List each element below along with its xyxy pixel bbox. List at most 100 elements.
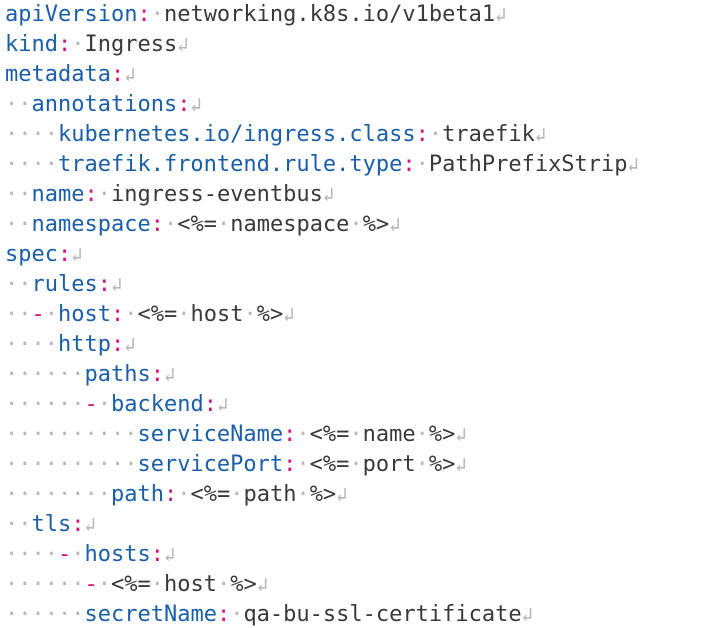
indent-whitespace: ···· <box>5 542 58 567</box>
indent-whitespace: ·· <box>5 272 32 297</box>
code-line[interactable]: ··annotations:↲ <box>0 90 716 120</box>
colon: : <box>71 512 85 537</box>
indent-whitespace: ········ <box>5 482 111 507</box>
list-dash: -· <box>84 392 111 417</box>
yaml-value: <%=·port·%> <box>309 452 456 477</box>
yaml-value: <%=·host·%> <box>137 302 284 327</box>
yaml-key: hosts <box>84 542 151 567</box>
yaml-value: ingress-eventbus <box>110 182 323 207</box>
indent-whitespace: ·· <box>5 212 32 237</box>
yaml-value: <%=·name·%> <box>309 422 456 447</box>
space-marker: · <box>428 122 443 147</box>
yaml-key: spec <box>5 242 58 267</box>
indent-whitespace: ······ <box>5 572 85 597</box>
space-marker: · <box>415 152 429 177</box>
yaml-value: <%=·namespace·%> <box>177 212 390 237</box>
yaml-code-editor[interactable]: apiVersion:·networking.k8s.io/v1beta1↲ ki… <box>0 0 716 628</box>
list-dash: -· <box>84 572 111 597</box>
indent-whitespace: ·········· <box>5 422 138 447</box>
newline-icon: ↲ <box>455 454 467 476</box>
colon: : <box>415 122 429 147</box>
colon: : <box>97 272 111 297</box>
colon: : <box>163 482 178 507</box>
colon: : <box>110 302 125 327</box>
space-marker: · <box>177 482 191 507</box>
list-dash: -· <box>57 542 85 567</box>
code-line[interactable]: ··name:·ingress-eventbus↲ <box>0 180 716 210</box>
space-marker: · <box>124 302 138 327</box>
yaml-key: host <box>58 302 111 327</box>
colon: : <box>216 602 231 627</box>
newline-icon: ↲ <box>627 154 639 176</box>
colon: : <box>57 32 72 57</box>
code-line[interactable]: ····http:↲ <box>0 330 716 360</box>
yaml-key: secretName <box>84 602 217 627</box>
newline-icon: ↲ <box>521 604 534 626</box>
code-line[interactable]: ······-·<%=·host·%>↲ <box>0 570 716 600</box>
code-line[interactable]: ····traefik.frontend.rule.type:·PathPref… <box>0 150 716 180</box>
yaml-value: networking.k8s.io/v1beta1 <box>163 2 496 27</box>
code-line[interactable]: ··rules:↲ <box>0 270 716 300</box>
yaml-key: path <box>110 482 164 507</box>
code-line[interactable]: metadata:↲ <box>0 60 716 90</box>
yaml-key: apiVersion <box>5 2 138 27</box>
code-line[interactable]: ··namespace:·<%=·namespace·%>↲ <box>0 210 716 240</box>
code-line[interactable]: ········path:·<%=·path·%>↲ <box>0 480 716 510</box>
space-marker: · <box>163 212 178 237</box>
code-line[interactable]: spec:↲ <box>0 240 716 270</box>
code-line[interactable]: ······-·backend:↲ <box>0 390 716 420</box>
newline-icon: ↲ <box>216 394 229 416</box>
colon: : <box>110 332 125 357</box>
yaml-value: PathPrefixStrip <box>428 152 628 177</box>
space-marker: · <box>97 182 111 207</box>
code-line[interactable]: ··tls:↲ <box>0 510 716 540</box>
yaml-key: backend <box>110 392 204 417</box>
colon: : <box>150 362 164 387</box>
code-line[interactable]: ····kubernetes.io/ingress.class:·traefik… <box>0 120 716 150</box>
indent-whitespace: ·········· <box>5 452 138 477</box>
yaml-value: <%=·path·%> <box>190 482 337 507</box>
newline-icon: ↲ <box>322 184 335 206</box>
space-marker: · <box>296 452 310 477</box>
code-line[interactable]: apiVersion:·networking.k8s.io/v1beta1↲ <box>0 0 716 30</box>
newline-icon: ↲ <box>71 244 83 266</box>
code-line[interactable]: ··-·host:·<%=·host·%>↲ <box>0 300 716 330</box>
yaml-value: <%=·host·%> <box>110 572 257 597</box>
indent-whitespace: ·· <box>5 92 32 117</box>
indent-whitespace: ···· <box>5 332 58 357</box>
colon: : <box>177 92 191 117</box>
yaml-key: namespace <box>31 212 151 237</box>
code-line[interactable]: ······paths:↲ <box>0 360 716 390</box>
yaml-key: rules <box>31 272 98 297</box>
code-line[interactable]: ····-·hosts:↲ <box>0 540 716 570</box>
code-line[interactable]: kind:·Ingress↲ <box>0 30 716 60</box>
code-line[interactable]: ··········servicePort:·<%=·port·%>↲ <box>0 450 716 480</box>
indent-whitespace: ···· <box>5 122 58 147</box>
newline-icon: ↲ <box>124 64 136 86</box>
newline-icon: ↲ <box>110 274 123 296</box>
newline-icon: ↲ <box>336 484 348 506</box>
indent-whitespace: ·· <box>5 182 32 207</box>
indent-whitespace: ·· <box>5 302 32 327</box>
indent-whitespace: ······ <box>5 602 85 627</box>
colon: : <box>283 422 297 447</box>
newline-icon: ↲ <box>389 214 401 236</box>
space-marker: · <box>71 32 85 57</box>
newline-icon: ↲ <box>177 34 189 56</box>
code-line[interactable]: ······secretName:·qa-bu-ssl-certificate↲ <box>0 600 716 628</box>
colon: : <box>283 452 297 477</box>
colon: : <box>203 392 217 417</box>
newline-icon: ↲ <box>163 544 176 566</box>
code-line[interactable]: ··········serviceName:·<%=·name·%>↲ <box>0 420 716 450</box>
newline-icon: ↲ <box>84 514 96 536</box>
space-marker: · <box>150 2 164 27</box>
space-marker: · <box>230 602 244 627</box>
newline-icon: ↲ <box>283 304 295 326</box>
indent-whitespace: ······ <box>5 392 85 417</box>
newline-icon: ↲ <box>534 124 547 146</box>
colon: : <box>57 242 72 267</box>
yaml-key: servicePort <box>137 452 284 477</box>
yaml-key: paths <box>84 362 151 387</box>
space-marker: · <box>296 422 310 447</box>
yaml-key: tls <box>31 512 72 537</box>
